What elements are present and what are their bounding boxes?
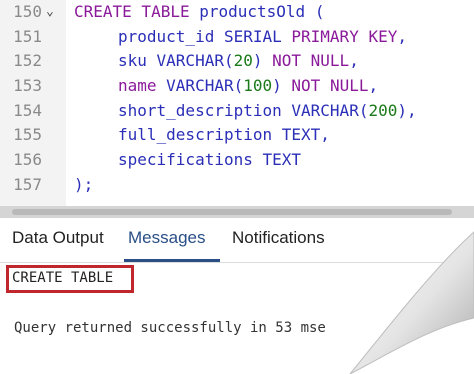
sql-identifier: short_description VARCHAR( — [118, 101, 369, 120]
code-text: ); — [74, 173, 93, 197]
sql-identifier: ) — [272, 76, 292, 95]
sql-identifier: , — [368, 76, 379, 95]
sql-identifier: product_id SERIAL — [118, 27, 292, 46]
sql-identifier: full_description TEXT, — [118, 125, 330, 144]
sql-identifier: ) — [252, 51, 273, 70]
sql-keyword: name — [118, 76, 157, 95]
code-text: sku VARCHAR(20) NOT NULL, — [118, 49, 359, 73]
sql-number: 100 — [243, 76, 273, 95]
tab-messages[interactable]: Messages — [128, 228, 205, 248]
code-line: 155 full_description TEXT, — [0, 123, 474, 147]
sql-identifier: VARCHAR( — [156, 76, 244, 95]
sql-identifier: specifications TEXT — [118, 150, 302, 169]
line-number: 155 — [13, 125, 42, 144]
sql-editor[interactable]: 150 ⌄ CREATE TABLE productsOld ( 151 product… — [0, 0, 474, 210]
code-text: full_description TEXT, — [118, 123, 330, 147]
horizontal-scrollbar[interactable] — [0, 206, 474, 218]
code-text: specifications TEXT — [118, 148, 301, 172]
code-line: 157); — [0, 173, 474, 197]
code-line: 151 product_id SERIAL PRIMARY KEY, — [0, 25, 474, 49]
sql-identifier: , — [397, 27, 407, 46]
code-text: CREATE TABLE productsOld ( — [74, 0, 324, 24]
sql-identifier: productsOld ( — [189, 2, 325, 21]
fold-chevron-icon[interactable]: ⌄ — [46, 0, 54, 24]
code-line: 156 specifications TEXT — [0, 148, 474, 172]
code-text: product_id SERIAL PRIMARY KEY, — [118, 25, 407, 49]
line-number: 154 — [13, 101, 42, 120]
sql-keyword: NOT NULL — [291, 76, 369, 95]
code-line: 150 ⌄ CREATE TABLE productsOld ( — [0, 0, 474, 24]
sql-keyword: NOT NULL — [272, 51, 350, 70]
line-number: 152 — [13, 51, 42, 70]
sql-keyword: CREATE TABLE — [74, 2, 190, 21]
tabs-divider — [0, 262, 474, 263]
line-number: 150 — [13, 2, 42, 21]
code-text: name VARCHAR(100) NOT NULL, — [118, 74, 378, 98]
scrollbar-thumb[interactable] — [12, 209, 452, 215]
result-message: CREATE TABLE — [12, 270, 114, 286]
code-line: 154 short_description VARCHAR(200), — [0, 99, 474, 123]
sql-identifier: ), — [397, 101, 417, 120]
line-number: 156 — [13, 150, 42, 169]
tab-data-output[interactable]: Data Output — [12, 228, 104, 248]
line-number: 157 — [13, 175, 42, 194]
line-number: 151 — [13, 27, 42, 46]
code-line: 153 name VARCHAR(100) NOT NULL, — [0, 74, 474, 98]
output-panel: Data Output Messages Notifications — [0, 218, 474, 374]
sql-identifier: sku VARCHAR( — [118, 51, 234, 70]
sql-identifier: ); — [74, 175, 94, 194]
code-line: 152 sku VARCHAR(20) NOT NULL, — [0, 49, 474, 73]
sql-number: 200 — [368, 101, 398, 120]
code-text: short_description VARCHAR(200), — [118, 99, 417, 123]
output-tabs: Data Output Messages Notifications — [0, 226, 474, 263]
sql-number: 20 — [233, 51, 253, 70]
tab-notifications[interactable]: Notifications — [232, 228, 325, 248]
query-status-message: Query returned successfully in 53 mse — [14, 320, 326, 336]
sql-identifier: , — [349, 51, 359, 70]
line-number: 153 — [13, 76, 42, 95]
sql-keyword: PRIMARY KEY — [291, 27, 398, 46]
